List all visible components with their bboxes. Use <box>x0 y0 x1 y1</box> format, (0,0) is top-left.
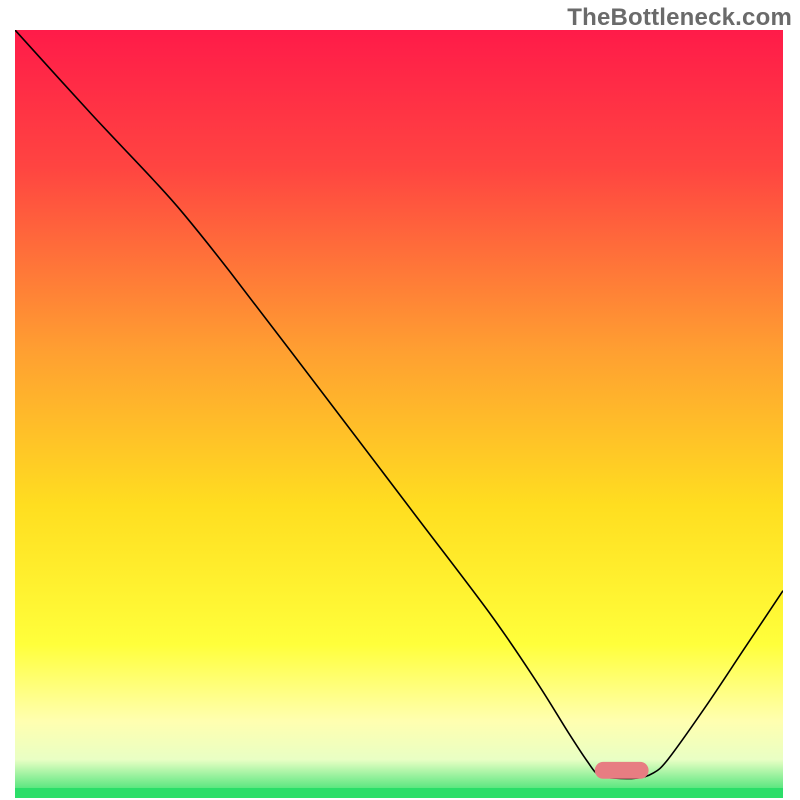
optimal-marker <box>595 762 649 779</box>
watermark-text: TheBottleneck.com <box>567 4 792 32</box>
plot-area <box>15 30 783 798</box>
chart-svg <box>15 30 783 798</box>
bottom-green-bar <box>15 788 783 798</box>
gradient-background <box>15 30 783 798</box>
chart-container: TheBottleneck.com <box>0 0 800 800</box>
